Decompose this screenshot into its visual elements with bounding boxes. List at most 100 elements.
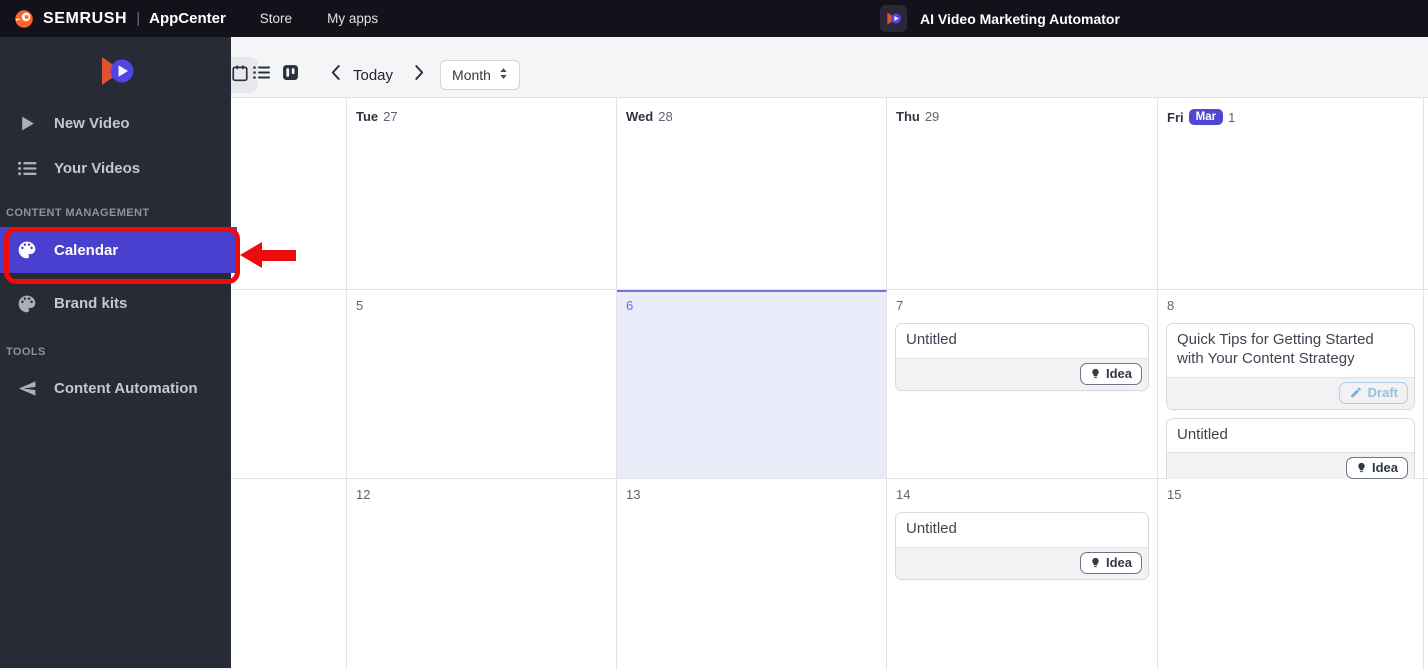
- view-selector-value: Month: [452, 67, 491, 83]
- event-title: Untitled: [906, 520, 957, 537]
- event-footer: Idea: [896, 546, 1148, 579]
- draft-pencil-icon: [1350, 387, 1361, 397]
- day-number: 15: [1167, 487, 1182, 502]
- idea-status-badge: Idea: [1345, 457, 1408, 480]
- previous-period-button[interactable]: [323, 63, 347, 87]
- day-number: 5: [356, 298, 364, 313]
- day-number: 14: [896, 487, 911, 502]
- day-cell-14[interactable]: 14 Untitled Idea: [887, 479, 1158, 670]
- brand[interactable]: SEMRUSH | AppCenter: [0, 8, 226, 30]
- sidebar: New Video Your Videos CONTENT MANAGEMENT…: [0, 37, 237, 668]
- semrush-logo-icon: [13, 8, 35, 30]
- day-cell-6-selected[interactable]: 6: [617, 290, 887, 479]
- sidebar-item-new-video[interactable]: New Video: [0, 101, 231, 146]
- day-cell-partial[interactable]: [231, 290, 347, 479]
- calendar-view-icon: [231, 64, 249, 87]
- day-cell-8[interactable]: 8 Quick Tips for Getting Started with Yo…: [1158, 290, 1424, 486]
- sidebar-section-content-management: CONTENT MANAGEMENT: [6, 207, 150, 219]
- day-cell-feb-28[interactable]: Wed 28: [617, 98, 887, 290]
- app-title: AI Video Marketing Automator: [920, 10, 1120, 27]
- draft-status-badge: Draft: [1338, 381, 1408, 404]
- send-icon: [16, 379, 38, 398]
- day-header: Tue 27: [356, 109, 398, 124]
- day-header: Fri Mar 1: [1167, 109, 1236, 125]
- day-cell-15[interactable]: 15: [1158, 479, 1424, 670]
- day-cell-mar-1[interactable]: Fri Mar 1: [1158, 98, 1424, 290]
- event-card[interactable]: Untitled Idea: [895, 323, 1149, 391]
- next-period-button[interactable]: [407, 63, 431, 87]
- board-view-icon: [282, 64, 299, 86]
- event-card[interactable]: Untitled Idea: [1166, 417, 1415, 486]
- calendar-week-row: 12 13 14 Untitled Idea 15: [231, 479, 1428, 670]
- event-title: Quick Tips for Getting Started with Your…: [1177, 331, 1374, 367]
- sidebar-item-label: New Video: [54, 115, 130, 132]
- lightbulb-icon: [1358, 463, 1365, 473]
- sidebar-section-tools: TOOLS: [6, 346, 46, 358]
- calendar-week-row: 5 6 7 Untitled Idea 8 Quick Tips for Get…: [231, 290, 1428, 486]
- day-cell-12[interactable]: 12: [347, 479, 617, 670]
- brand-name: SEMRUSH: [43, 9, 128, 27]
- chevron-left-icon: [331, 65, 340, 85]
- sidebar-item-your-videos[interactable]: Your Videos: [0, 146, 231, 191]
- annotation-arrow-shaft: [261, 250, 296, 261]
- day-header: Thu 29: [896, 109, 940, 124]
- day-cell-feb-27[interactable]: Tue 27: [347, 98, 617, 290]
- palette-icon: [16, 240, 38, 260]
- top-bar: SEMRUSH | AppCenter Store My apps AI Vid…: [0, 0, 1428, 37]
- sidebar-item-label: Your Videos: [54, 160, 141, 177]
- day-number: 12: [356, 487, 371, 502]
- app-header: AI Video Marketing Automator: [880, 0, 1120, 37]
- lightbulb-icon: [1092, 557, 1099, 567]
- list-icon: [16, 161, 38, 176]
- app-logo-icon-large: [0, 53, 231, 89]
- today-button[interactable]: Today: [347, 62, 399, 88]
- sidebar-item-calendar[interactable]: Calendar: [0, 227, 237, 273]
- day-header: Wed 28: [626, 109, 673, 124]
- day-cell-5[interactable]: 5: [347, 290, 617, 479]
- board-view-button[interactable]: [276, 61, 304, 89]
- day-cell-7[interactable]: 7 Untitled Idea: [887, 290, 1158, 479]
- idea-status-badge: Idea: [1079, 362, 1142, 385]
- day-number: 13: [626, 487, 641, 502]
- calendar-week-row: Tue 27 Wed 28 Thu 29 Fri Mar 1: [231, 98, 1428, 290]
- lightbulb-icon: [1092, 368, 1099, 378]
- chevron-right-icon: [414, 65, 424, 85]
- sidebar-item-label: Brand kits: [54, 295, 128, 312]
- day-cell-sliver: [1424, 290, 1428, 479]
- day-cell-partial[interactable]: [231, 479, 347, 670]
- sidebar-item-brand-kits[interactable]: Brand kits: [0, 281, 231, 326]
- day-cell-13[interactable]: 13: [617, 479, 887, 670]
- day-cell-feb-29[interactable]: Thu 29: [887, 98, 1158, 290]
- day-number: 7: [896, 298, 904, 313]
- main-area: Today Month Tue 27 Wed 28 Thu 29 Fri Mar…: [222, 37, 1428, 670]
- day-number: 8: [1167, 298, 1175, 313]
- list-view-button[interactable]: [248, 61, 276, 89]
- day-cell-sliver: [1424, 98, 1428, 290]
- day-cell-sliver: [1424, 479, 1428, 670]
- palette-icon: [16, 294, 38, 314]
- list-view-icon: [253, 65, 271, 85]
- annotation-arrow-head: [240, 242, 262, 268]
- calendar-grid: Tue 27 Wed 28 Thu 29 Fri Mar 1 5 6 7 Unt…: [231, 97, 1428, 670]
- event-title: Untitled: [906, 331, 957, 348]
- nav-store[interactable]: Store: [260, 11, 292, 26]
- app-logo-icon: [880, 5, 907, 32]
- day-number: 6: [626, 298, 634, 313]
- brand-product: AppCenter: [149, 10, 226, 27]
- event-footer: Draft: [1167, 376, 1414, 409]
- sort-arrows-icon: [499, 67, 508, 83]
- play-icon: [16, 115, 38, 132]
- view-selector-dropdown[interactable]: Month: [440, 60, 520, 90]
- top-navigation: Store My apps: [260, 11, 378, 26]
- idea-status-badge: Idea: [1079, 551, 1142, 574]
- sidebar-item-content-automation[interactable]: Content Automation: [0, 366, 231, 411]
- month-badge: Mar: [1188, 109, 1224, 125]
- brand-divider: |: [136, 10, 141, 27]
- event-card[interactable]: Untitled Idea: [895, 512, 1149, 580]
- sidebar-item-label: Content Automation: [54, 380, 198, 397]
- event-footer: Idea: [896, 357, 1148, 390]
- sidebar-item-label: Calendar: [54, 241, 119, 259]
- event-card[interactable]: Quick Tips for Getting Started with Your…: [1166, 323, 1415, 410]
- event-title: Untitled: [1177, 425, 1228, 443]
- nav-my-apps[interactable]: My apps: [327, 11, 378, 26]
